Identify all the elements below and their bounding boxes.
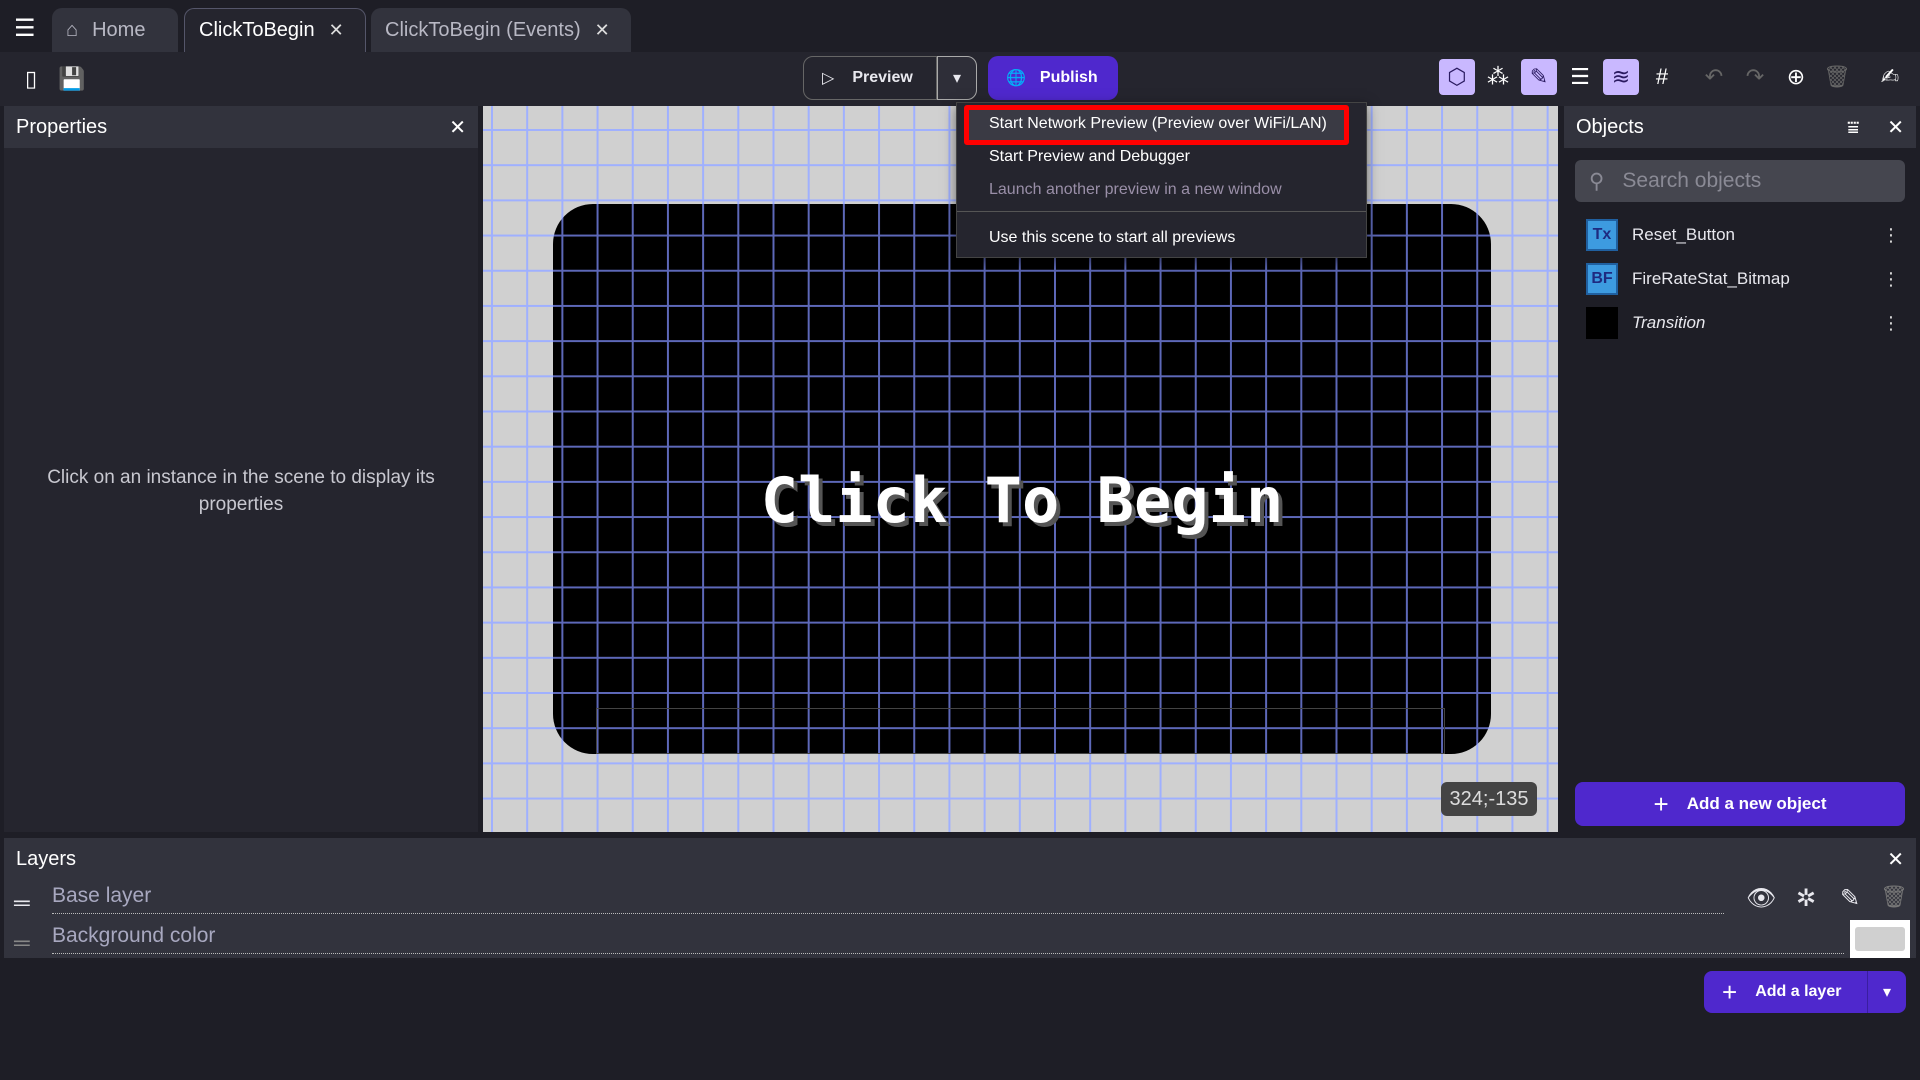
add-layer-button[interactable]: + Add a layer [1704,971,1867,1013]
properties-title: Properties [16,115,108,138]
play-icon: ▷ [822,70,835,87]
home-icon: ⌂ [66,18,79,41]
scene-background-instance[interactable]: Click To Begin [553,204,1491,754]
menu-item-network-preview[interactable]: Start Network Preview (Preview over WiFi… [989,115,1327,133]
edit-icon[interactable]: ✎ [1521,59,1557,95]
tab-home[interactable]: ⌂ Home [52,8,178,52]
close-icon[interactable]: ✕ [595,20,610,41]
edit-layer-icon[interactable]: ✎ [1840,884,1860,913]
instances-list-icon[interactable]: ☰ [1562,59,1598,95]
more-options-icon[interactable]: ⋮ [1882,313,1900,334]
delete-layer-icon[interactable]: 🗑 [1880,884,1908,910]
menu-item-launch-new-window: Launch another preview in a new window [989,181,1282,198]
properties-empty-message: Click on an instance in the scene to dis… [47,467,435,515]
visibility-eye-icon[interactable]: 👁 [1746,884,1776,913]
object-item[interactable]: Tx Reset_Button ⋮ [1586,215,1906,255]
grid-icon[interactable]: # [1644,59,1680,95]
layers-title: Layers [16,847,77,870]
preview-dropdown-button[interactable]: ▾ [937,56,977,100]
close-icon[interactable]: ✕ [329,20,344,41]
filter-icon[interactable]: ⩸ [1847,117,1859,139]
tab-scene[interactable]: ClickToBegin ✕ [184,8,366,52]
scene-properties-icon[interactable]: ✍ [1872,59,1908,95]
undo-icon[interactable]: ↶ [1696,59,1732,95]
object-groups-icon[interactable]: ⁂ [1480,59,1516,95]
lighting-icon[interactable]: ✲ [1796,884,1816,913]
preview-dropdown-menu: Start Network Preview (Preview over WiFi… [956,102,1367,258]
add-new-object-button[interactable]: + Add a new object [1575,782,1905,826]
menu-item-start-all-previews[interactable]: Use this scene to start all previews [989,229,1235,247]
globe-icon: 🌐 [1006,70,1026,87]
layer-name-input[interactable]: Base layer [52,884,1724,914]
toolbar: ▯ 💾 ▷ Preview ▾ 🌐 Publish ⬡ ⁂ ✎ ☰ ≋ # ↶ ↷ … [0,52,1920,106]
object-item[interactable]: Transition ⋮ [1586,303,1906,343]
properties-panel: Properties ✕ Click on an instance in the … [4,106,478,832]
publish-button[interactable]: 🌐 Publish [988,56,1118,100]
coordinates-badge: 324;-135 [1441,782,1537,816]
search-icon: ⚲ [1589,169,1605,193]
layers-panel: Layers ✕ ═ Base layer 👁 ✲ ✎ 🗑 ═ Backgroun… [4,838,1916,958]
more-options-icon[interactable]: ⋮ [1882,225,1900,246]
close-icon[interactable]: ✕ [449,115,466,140]
layers-icon[interactable]: ≋ [1603,59,1639,95]
plus-icon: + [1653,788,1669,819]
preview-button[interactable]: ▷ Preview [803,56,937,100]
plus-icon: + [1722,976,1738,1007]
tab-events[interactable]: ClickToBegin (Events) ✕ [371,8,631,52]
redo-icon[interactable]: ↷ [1737,59,1773,95]
drag-handle-icon[interactable]: ═ [14,890,30,916]
add-layer-dropdown-button[interactable]: ▾ [1867,971,1906,1013]
zoom-icon[interactable]: ⊕ [1778,59,1814,95]
objects-panel: Objects ⩸ ✕ ⚲ Search objects Tx Reset_Button… [1564,106,1916,832]
drag-handle-icon: ═ [14,930,30,955]
sprite-thumbnail-icon [1586,307,1618,339]
scene-text[interactable]: Click To Begin [553,464,1491,537]
menu-divider [957,211,1366,212]
close-icon[interactable]: ✕ [1887,117,1904,139]
object-item[interactable]: BF FireRateStat_Bitmap ⋮ [1586,259,1906,299]
menu-icon[interactable]: ☰ [14,14,36,43]
text-object-icon: Tx [1586,219,1618,251]
panels-icon[interactable]: ▯ [13,61,49,97]
scene-button-outline [596,708,1445,754]
menu-item-preview-debugger[interactable]: Start Preview and Debugger [989,148,1190,166]
object-cube-icon[interactable]: ⬡ [1439,59,1475,95]
background-color-swatch[interactable] [1850,920,1910,958]
tab-bar: ☰ ⌂ Home ClickToBegin ✕ ClickToBegin (Even… [0,0,1920,52]
search-objects-input[interactable]: ⚲ Search objects [1575,160,1905,202]
save-icon[interactable]: 💾 [54,61,90,97]
bitmap-text-icon: BF [1586,263,1618,295]
objects-title: Objects [1576,115,1644,138]
background-color-label: Background color [52,924,1844,954]
more-options-icon[interactable]: ⋮ [1882,269,1900,290]
close-icon[interactable]: ✕ [1887,847,1904,872]
delete-icon[interactable]: 🗑 [1819,59,1855,95]
